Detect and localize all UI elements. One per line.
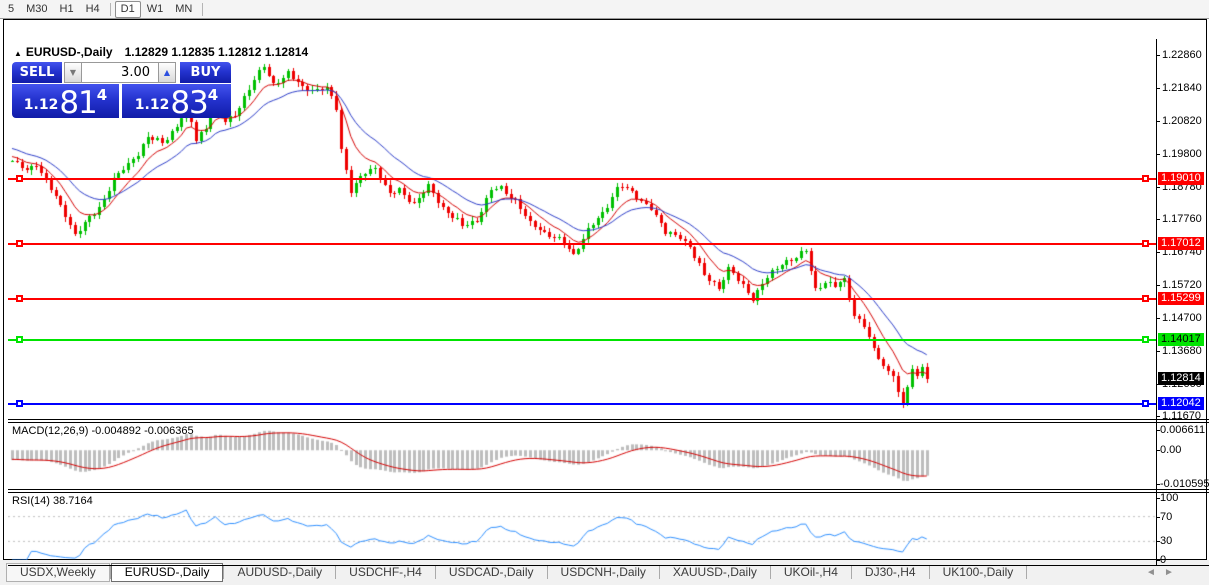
pane-separator	[8, 492, 1209, 493]
level-price-label: 1.19010	[1158, 172, 1204, 185]
price-axis-tick-label: 1.13680	[1162, 345, 1202, 357]
price-axis-tick-label: 1.11670	[1162, 410, 1201, 422]
rsi-axis-tick-label: 100	[1160, 492, 1179, 504]
buy-price-pipette: 4	[207, 86, 219, 104]
level-line-handle[interactable]	[1142, 400, 1149, 407]
toolbar-separator	[109, 2, 111, 16]
symbol-tab-bar: USDX,Weekly EURUSD-,Daily AUDUSD-,Daily USD…	[0, 560, 1209, 585]
date-axis-line	[8, 565, 1209, 566]
level-price-label: 1.15299	[1158, 292, 1204, 305]
timeframe-button-5[interactable]: 5	[2, 2, 20, 17]
level-line-handle[interactable]	[16, 400, 23, 407]
level-line-handle[interactable]	[16, 240, 23, 247]
pane-separator[interactable]	[8, 419, 1209, 420]
sell-price-panel[interactable]: 1.12 81 4	[12, 84, 119, 121]
level-line-handle[interactable]	[16, 295, 23, 302]
volume-decrease-button[interactable]: ▼	[64, 62, 82, 83]
pane-separator[interactable]	[8, 489, 1209, 490]
horizontal-level-line[interactable]	[8, 243, 1156, 245]
buy-price-prefix: 1.12	[134, 97, 170, 113]
toolbar-separator	[202, 2, 204, 16]
level-price-label: 1.12042	[1158, 397, 1204, 410]
horizontal-level-line[interactable]	[8, 298, 1156, 300]
collapse-arrow-icon[interactable]: ▲	[14, 49, 22, 58]
level-line-handle[interactable]	[1142, 240, 1149, 247]
price-axis-tick-label: 1.19800	[1162, 148, 1202, 160]
one-click-trading-panel: SELL ▼ 3.00 ▲ BUY 1.12 81 4 1.12 83 4	[12, 62, 231, 121]
volume-increase-button[interactable]: ▲	[158, 62, 176, 83]
buy-button[interactable]: BUY	[180, 62, 231, 83]
chart-symbol-title: EURUSD-,Daily	[25, 45, 113, 59]
level-price-label: 1.14017	[1158, 333, 1204, 346]
timeframe-button-d1[interactable]: D1	[114, 0, 141, 18]
horizontal-level-line[interactable]	[8, 339, 1156, 341]
price-axis-tick-label: 1.22860	[1162, 49, 1202, 61]
timeframe-button-mn[interactable]: MN	[169, 2, 198, 17]
sell-price-digits: 81	[59, 85, 97, 121]
tab-separator	[1026, 566, 1028, 579]
macd-indicator-label: MACD(12,26,9) -0.004892 -0.006365	[12, 425, 194, 437]
pane-separator	[8, 422, 1209, 423]
rsi-axis-tick-label: 30	[1160, 535, 1173, 547]
chevron-up-icon: ▲	[163, 68, 171, 77]
chevron-down-icon: ▼	[69, 68, 77, 77]
rsi-axis-tick-label: 70	[1160, 511, 1173, 523]
buy-price-digits: 83	[170, 85, 208, 121]
price-axis-tick-label: 1.20820	[1162, 115, 1202, 127]
price-axis-tick-label: 1.14700	[1162, 312, 1202, 324]
tab-scroll-left-icon[interactable]: ◄	[1146, 567, 1156, 578]
horizontal-level-line[interactable]	[8, 403, 1156, 405]
level-line-handle[interactable]	[1142, 295, 1149, 302]
horizontal-level-line[interactable]	[8, 178, 1156, 180]
timeframe-button-h1[interactable]: H1	[54, 2, 80, 17]
level-line-handle[interactable]	[16, 175, 23, 182]
price-axis-tick-label: 1.21840	[1162, 82, 1202, 94]
tab-scroll-right-icon[interactable]: ►	[1164, 567, 1174, 578]
volume-input[interactable]: 3.00	[81, 62, 159, 83]
timeframe-toolbar: 5 M30 H1 H4 D1 W1 MN	[0, 0, 1209, 19]
sell-price-pipette: 4	[96, 86, 108, 104]
timeframe-button-h4[interactable]: H4	[80, 2, 106, 17]
buy-price-panel[interactable]: 1.12 83 4	[122, 84, 231, 121]
macd-axis-tick-label: 0.006611	[1160, 424, 1206, 436]
price-axis-tick-label: 1.17760	[1162, 213, 1202, 225]
current-price-label: 1.12814	[1158, 372, 1204, 385]
timeframe-button-m30[interactable]: M30	[20, 2, 53, 17]
rsi-canvas[interactable]	[8, 493, 1156, 565]
sell-button[interactable]: SELL	[12, 62, 62, 83]
level-line-handle[interactable]	[1142, 175, 1149, 182]
level-line-handle[interactable]	[1142, 336, 1149, 343]
chart-header: ▲ EURUSD-,Daily 1.12829 1.12835 1.12812 1.…	[14, 45, 308, 59]
sell-price-prefix: 1.12	[23, 97, 59, 113]
level-price-label: 1.17012	[1158, 237, 1204, 250]
level-line-handle[interactable]	[16, 336, 23, 343]
price-axis-tick-label: 1.15720	[1162, 279, 1202, 291]
chart-window: ▲ EURUSD-,Daily 1.12829 1.12835 1.12812 1.…	[0, 19, 1209, 580]
price-axis-border	[1156, 39, 1157, 565]
chart-quote-ohlc: 1.12829 1.12835 1.12812 1.12814	[124, 45, 309, 59]
rsi-indicator-label: RSI(14) 38.7164	[12, 495, 93, 507]
macd-axis-tick-label: 0.00	[1160, 444, 1182, 456]
timeframe-button-w1[interactable]: W1	[141, 2, 170, 17]
